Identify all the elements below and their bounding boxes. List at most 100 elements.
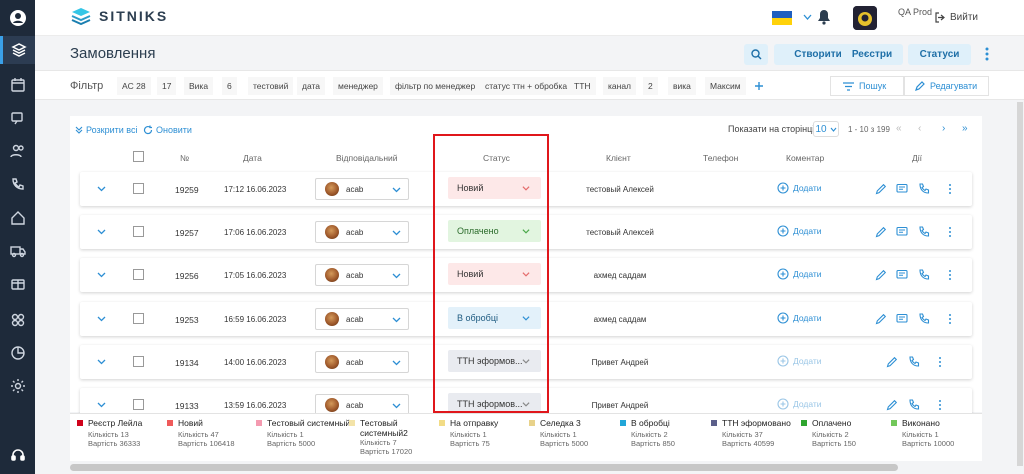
users-icon[interactable] bbox=[8, 141, 27, 160]
chevron-down-icon[interactable] bbox=[803, 14, 812, 21]
filter-chip[interactable]: дата bbox=[297, 77, 326, 95]
more-icon bbox=[939, 400, 941, 410]
legend-name: Оплачено bbox=[812, 418, 852, 428]
settings-icon[interactable] bbox=[8, 376, 27, 395]
legend-count: Кількість 13 bbox=[88, 430, 129, 439]
legend-count: Кількість 2 bbox=[812, 430, 849, 439]
legend-value: Вартість 150 bbox=[812, 439, 856, 448]
legend-value: Вартість 850 bbox=[631, 439, 675, 448]
expand-row-icon[interactable] bbox=[97, 227, 106, 236]
filter-chip[interactable]: 2 bbox=[643, 77, 658, 95]
logout-button[interactable]: Вийти bbox=[935, 12, 978, 23]
client-name[interactable]: Привет Андрей bbox=[560, 401, 680, 410]
add-comment-button[interactable]: Додати bbox=[777, 182, 822, 194]
bell-icon[interactable] bbox=[817, 9, 831, 25]
responsible-select[interactable]: acab bbox=[315, 351, 409, 373]
statuses-button[interactable]: Статуси bbox=[908, 44, 971, 65]
last-page-icon[interactable]: » bbox=[962, 123, 968, 134]
wallet-icon[interactable] bbox=[8, 274, 27, 293]
filter-chip[interactable]: фільтр по менеджер bbox=[390, 77, 481, 95]
add-circle-icon bbox=[777, 268, 789, 280]
expand-row-icon[interactable] bbox=[97, 314, 106, 323]
order-date: 17:12 16.06.2023 bbox=[224, 185, 287, 194]
row-checkbox[interactable] bbox=[133, 269, 144, 280]
expand-row-icon[interactable] bbox=[97, 400, 106, 409]
horizontal-scrollbar[interactable] bbox=[70, 464, 898, 471]
client-name[interactable]: тестовый Алексей bbox=[560, 185, 680, 194]
integrations-icon[interactable] bbox=[8, 310, 27, 329]
legend-color-swatch bbox=[891, 420, 897, 426]
ukraine-flag-icon[interactable] bbox=[772, 11, 792, 25]
legend-color-swatch bbox=[349, 420, 355, 426]
expand-row-icon[interactable] bbox=[97, 184, 106, 193]
chat-icon[interactable] bbox=[8, 108, 27, 127]
add-filter-icon[interactable] bbox=[754, 81, 764, 91]
legend-value: Вартість 75 bbox=[450, 439, 490, 448]
filter-chip[interactable]: Максим bbox=[705, 77, 746, 95]
next-page-icon[interactable]: › bbox=[942, 123, 945, 134]
filter-chip[interactable]: канал bbox=[603, 77, 637, 95]
row-checkbox[interactable] bbox=[133, 183, 144, 194]
phone-icon bbox=[919, 269, 930, 280]
filter-label: Фільтр bbox=[70, 80, 104, 92]
search-icon bbox=[750, 49, 761, 60]
responsible-select[interactable]: acab bbox=[315, 221, 409, 243]
search-filter-button[interactable]: Пошук bbox=[830, 76, 904, 96]
analytics-icon[interactable] bbox=[8, 343, 27, 362]
logout-icon bbox=[935, 12, 945, 23]
responsible-select[interactable]: acab bbox=[315, 264, 409, 286]
orders-icon[interactable] bbox=[0, 36, 35, 64]
row-checkbox[interactable] bbox=[133, 313, 144, 324]
legend-color-swatch bbox=[529, 420, 535, 426]
filter-chip[interactable]: ТТН bbox=[569, 77, 596, 95]
add-comment-button[interactable]: Додати bbox=[777, 225, 822, 237]
row-checkbox[interactable] bbox=[133, 356, 144, 367]
calendar-icon[interactable] bbox=[8, 75, 27, 94]
filter-chip[interactable]: статус ттн + обробка bbox=[480, 77, 573, 95]
select-all-checkbox[interactable] bbox=[133, 151, 144, 162]
avatar[interactable] bbox=[853, 6, 877, 30]
expand-row-icon[interactable] bbox=[97, 270, 106, 279]
client-name[interactable]: ахмед саддам bbox=[560, 315, 680, 324]
responsible-select[interactable]: acab bbox=[315, 178, 409, 200]
filter-chip[interactable]: тестовий bbox=[248, 77, 294, 95]
row-checkbox[interactable] bbox=[133, 399, 144, 410]
home-icon[interactable] bbox=[8, 208, 27, 227]
registers-button[interactable]: Реєстри bbox=[841, 44, 903, 65]
vertical-scrollbar[interactable] bbox=[1017, 102, 1023, 466]
filter-chip[interactable]: 17 bbox=[157, 77, 177, 95]
edit-filter-button[interactable]: Редагувати bbox=[904, 76, 989, 96]
per-page-select[interactable]: 10 bbox=[813, 121, 839, 137]
refresh-button[interactable]: Оновити bbox=[143, 125, 192, 135]
filter-chip[interactable]: менеджер bbox=[333, 77, 383, 95]
client-name[interactable]: Привет Андрей bbox=[560, 358, 680, 367]
user-name: QA Prod bbox=[898, 7, 933, 17]
filter-chip[interactable]: Вика bbox=[184, 77, 214, 95]
add-comment-button[interactable]: Додати bbox=[777, 312, 822, 324]
order-date: 14:00 16.06.2023 bbox=[224, 358, 287, 367]
search-button[interactable] bbox=[744, 44, 768, 65]
expand-row-icon[interactable] bbox=[97, 357, 106, 366]
filter-chip[interactable]: вика bbox=[668, 77, 696, 95]
logo[interactable]: SITNIKS bbox=[71, 7, 168, 25]
filter-chip[interactable]: AC 28 bbox=[117, 77, 151, 95]
add-comment-button[interactable]: Додати bbox=[777, 398, 822, 410]
profile-icon[interactable] bbox=[8, 8, 27, 27]
responsible-select[interactable]: acab bbox=[315, 308, 409, 330]
client-name[interactable]: тестовый Алексей bbox=[560, 228, 680, 237]
legend-value: Вартість 106418 bbox=[178, 439, 235, 448]
truck-icon[interactable] bbox=[8, 241, 27, 260]
phone-icon[interactable] bbox=[8, 175, 27, 194]
add-comment-button[interactable]: Додати bbox=[777, 355, 822, 367]
legend-name: На отправку bbox=[450, 418, 499, 428]
filter-chip[interactable]: 6 bbox=[222, 77, 237, 95]
more-icon[interactable] bbox=[985, 47, 989, 61]
prev-page-icon[interactable]: ‹ bbox=[918, 123, 921, 134]
support-icon[interactable] bbox=[8, 445, 27, 464]
row-checkbox[interactable] bbox=[133, 226, 144, 237]
first-page-icon[interactable]: « bbox=[896, 123, 902, 134]
expand-all-button[interactable]: Розкрити всі bbox=[75, 125, 137, 135]
add-comment-button[interactable]: Додати bbox=[777, 268, 822, 280]
client-name[interactable]: ахмед саддам bbox=[560, 271, 680, 280]
legend-value: Вартість 36333 bbox=[88, 439, 141, 448]
